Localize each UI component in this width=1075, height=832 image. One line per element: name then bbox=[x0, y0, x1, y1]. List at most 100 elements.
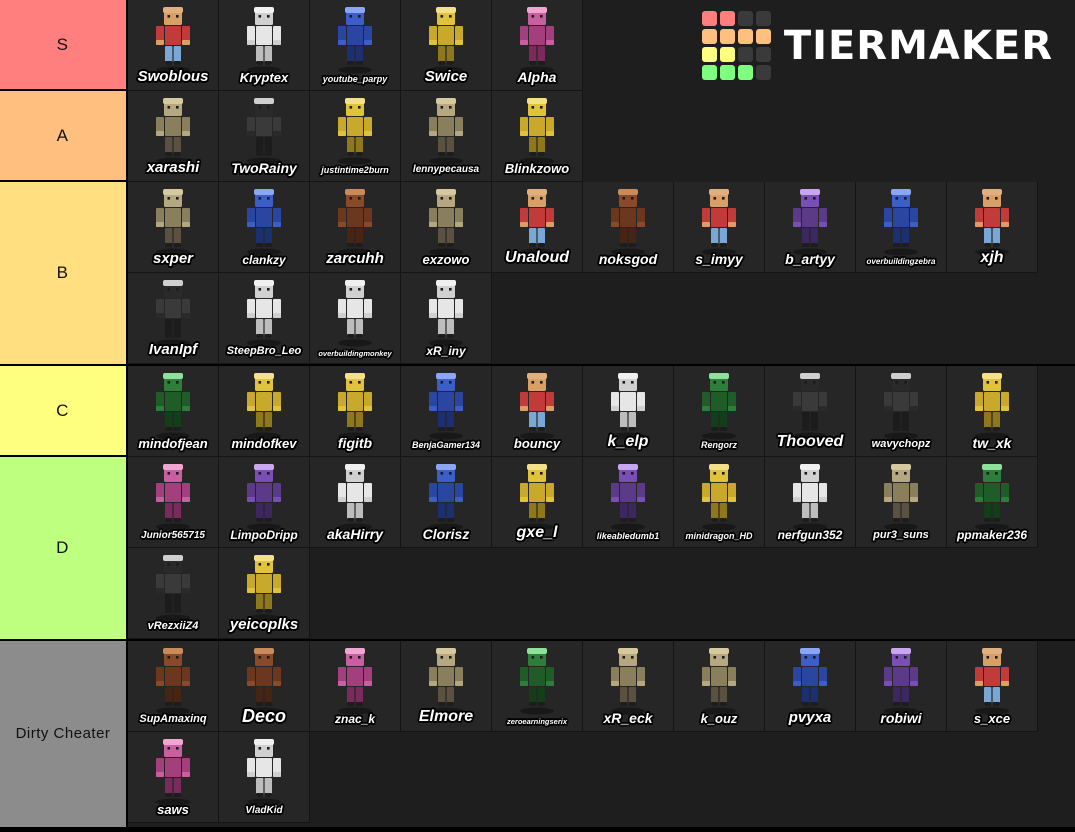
tier-empty-space[interactable] bbox=[310, 732, 1075, 823]
tier-item-label: s_imyy bbox=[695, 251, 743, 267]
tier-item[interactable]: Rengorz bbox=[674, 366, 765, 457]
tier-item[interactable]: Kryptex bbox=[219, 0, 310, 91]
tier-item[interactable]: Thooved bbox=[765, 366, 856, 457]
tier-item[interactable]: mindofkev bbox=[219, 366, 310, 457]
tier-label-d[interactable]: D bbox=[0, 457, 128, 639]
avatar bbox=[142, 370, 204, 440]
tier-item[interactable]: tw_xk bbox=[947, 366, 1038, 457]
tier-item[interactable]: Junior565715 bbox=[128, 457, 219, 548]
tier-item[interactable]: akaHirry bbox=[310, 457, 401, 548]
tier-item-label: youtube_parpy bbox=[322, 74, 388, 84]
avatar bbox=[779, 186, 841, 256]
tier-item[interactable]: figitb bbox=[310, 366, 401, 457]
tier-item[interactable]: Unaloud bbox=[492, 182, 583, 273]
tier-item[interactable]: b_artyy bbox=[765, 182, 856, 273]
tier-item-label: znac_k bbox=[334, 712, 376, 726]
tier-item[interactable]: lennypecausa bbox=[401, 91, 492, 182]
tier-item[interactable]: robiwi bbox=[856, 641, 947, 732]
tier-item[interactable]: pvyxa bbox=[765, 641, 856, 732]
tier-item[interactable]: minidragon_HD bbox=[674, 457, 765, 548]
tier-item[interactable]: saws bbox=[128, 732, 219, 823]
tier-item[interactable]: overbuildingmonkey bbox=[310, 273, 401, 364]
avatar bbox=[597, 645, 659, 715]
tier-item[interactable]: Deco bbox=[219, 641, 310, 732]
tier-item[interactable]: xR_eck bbox=[583, 641, 674, 732]
tier-dropzone-a[interactable]: xarashi TwoRainy justintime2burn lennypecau… bbox=[128, 91, 1075, 182]
tier-item[interactable]: ppmaker236 bbox=[947, 457, 1038, 548]
tier-empty-space[interactable] bbox=[310, 548, 1075, 639]
tier-item-label: Deco bbox=[241, 706, 286, 726]
tier-item[interactable]: zarcuhh bbox=[310, 182, 401, 273]
tier-item[interactable]: VladKid bbox=[219, 732, 310, 823]
tier-item[interactable]: s_imyy bbox=[674, 182, 765, 273]
tier-item[interactable]: noksgod bbox=[583, 182, 674, 273]
tier-dropzone-c[interactable]: mindofjean mindofkev figitb BenjaGamer134 bo… bbox=[128, 366, 1075, 457]
tier-item[interactable]: TwoRainy bbox=[219, 91, 310, 182]
tier-label-a[interactable]: A bbox=[0, 91, 128, 180]
tier-item[interactable]: zeroearningserix bbox=[492, 641, 583, 732]
tier-dropzone-b[interactable]: sxper clankzy zarcuhh exzowo Unaloud noksgod s… bbox=[128, 182, 1075, 364]
tier-item-label: overbuildingzebra bbox=[866, 257, 936, 266]
tier-item[interactable]: xarashi bbox=[128, 91, 219, 182]
tier-dropzone-d[interactable]: Junior565715 LimpoDripp akaHirry Clorisz gxe… bbox=[128, 457, 1075, 639]
avatar bbox=[506, 461, 568, 531]
tier-item[interactable]: k_elp bbox=[583, 366, 674, 457]
tier-item-label: Junior565715 bbox=[141, 530, 205, 541]
tier-item[interactable]: Clorisz bbox=[401, 457, 492, 548]
tier-item-label: TwoRainy bbox=[231, 160, 297, 176]
tier-item[interactable]: pur3_suns bbox=[856, 457, 947, 548]
tier-item[interactable]: k_ouz bbox=[674, 641, 765, 732]
avatar bbox=[870, 461, 932, 531]
tiermaker-logo[interactable]: TIERMAKER bbox=[583, 0, 1075, 91]
tier-empty-space[interactable] bbox=[583, 91, 1075, 182]
tier-item[interactable]: Elmore bbox=[401, 641, 492, 732]
tier-item[interactable]: Swoblous bbox=[128, 0, 219, 91]
brand-wordmark: TIERMAKER bbox=[783, 22, 1053, 69]
avatar bbox=[506, 370, 568, 440]
tier-item[interactable]: SupAmaxinq bbox=[128, 641, 219, 732]
tier-label-c[interactable]: C bbox=[0, 366, 128, 455]
tier-item[interactable]: Alpha bbox=[492, 0, 583, 91]
tier-label-s[interactable]: S bbox=[0, 0, 128, 89]
avatar bbox=[324, 461, 386, 531]
tier-item[interactable]: wavychopz bbox=[856, 366, 947, 457]
tier-item[interactable]: BenjaGamer134 bbox=[401, 366, 492, 457]
avatar bbox=[142, 645, 204, 715]
avatar bbox=[506, 645, 568, 715]
tier-item[interactable]: overbuildingzebra bbox=[856, 182, 947, 273]
tier-item[interactable]: LimpoDripp bbox=[219, 457, 310, 548]
tier-item[interactable]: likeabledumb1 bbox=[583, 457, 674, 548]
tier-item[interactable]: bouncy bbox=[492, 366, 583, 457]
tier-item-label: mindofkev bbox=[231, 436, 297, 451]
tier-label-dirty-cheater[interactable]: Dirty Cheater bbox=[0, 641, 128, 827]
tier-item[interactable]: Blinkzowo bbox=[492, 91, 583, 182]
tier-item[interactable]: SteepBro_Leo bbox=[219, 273, 310, 364]
tier-label-b[interactable]: B bbox=[0, 182, 128, 364]
tier-item[interactable]: znac_k bbox=[310, 641, 401, 732]
tier-item[interactable]: nerfgun352 bbox=[765, 457, 856, 548]
tier-item[interactable]: xjh bbox=[947, 182, 1038, 273]
tier-dropzone-dirty-cheater[interactable]: SupAmaxinq Deco znac_k Elmore zeroearningser… bbox=[128, 641, 1075, 827]
tier-item[interactable]: Swice bbox=[401, 0, 492, 91]
tier-dropzone-s[interactable]: Swoblous Kryptex youtube_parpy Swice Alpha TI… bbox=[128, 0, 1075, 91]
tier-item[interactable]: exzowo bbox=[401, 182, 492, 273]
tier-item-label: Kryptex bbox=[239, 70, 289, 85]
tier-item[interactable]: vRezxiiZ4 bbox=[128, 548, 219, 639]
tier-item[interactable]: xR_iny bbox=[401, 273, 492, 364]
avatar bbox=[142, 277, 204, 347]
tier-item[interactable]: youtube_parpy bbox=[310, 0, 401, 91]
tier-empty-space[interactable] bbox=[492, 273, 1075, 364]
tier-item[interactable]: IvanIpf bbox=[128, 273, 219, 364]
tier-item[interactable]: mindofjean bbox=[128, 366, 219, 457]
tier-empty-space[interactable] bbox=[1038, 366, 1075, 457]
tier-item[interactable]: yeicoplks bbox=[219, 548, 310, 639]
tier-item-label: saws bbox=[157, 802, 189, 817]
tier-item[interactable]: sxper bbox=[128, 182, 219, 273]
avatar bbox=[233, 277, 295, 347]
tier-item[interactable]: gxe_l bbox=[492, 457, 583, 548]
tier-item[interactable]: justintime2burn bbox=[310, 91, 401, 182]
tier-item-label: BenjaGamer134 bbox=[411, 440, 481, 450]
tier-item[interactable]: clankzy bbox=[219, 182, 310, 273]
tier-item[interactable]: s_xce bbox=[947, 641, 1038, 732]
tier-item-label: Unaloud bbox=[505, 249, 569, 266]
